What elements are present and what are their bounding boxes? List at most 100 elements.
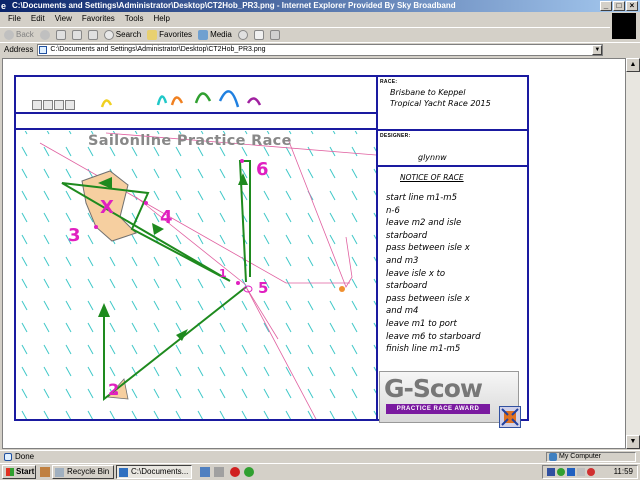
- stop-button[interactable]: [55, 29, 66, 40]
- volume-icon[interactable]: [577, 468, 585, 476]
- page-done-icon: [4, 453, 12, 461]
- favorites-icon: [147, 29, 158, 40]
- mark-5: 5: [258, 279, 268, 297]
- notice-line: finish line m1-m5: [386, 344, 461, 355]
- gscow-title: G-Scow: [384, 374, 483, 403]
- notice-text: start line m1-m5 n-6 leave m2 and isle s…: [386, 192, 481, 356]
- race-label: RACE:: [380, 79, 398, 85]
- email-image-icon[interactable]: [54, 100, 64, 110]
- address-value: C:\Documents and Settings\Administrator\…: [50, 45, 266, 53]
- quicklaunch-icon-3[interactable]: [230, 467, 240, 477]
- race-info-panel: RACE: Brisbane to Keppel Tropical Yacht …: [376, 77, 529, 419]
- notice-line: leave m1 to port: [386, 318, 457, 329]
- toolbar: Back Search Favorites Media: [0, 27, 610, 41]
- close-button[interactable]: ×: [626, 1, 638, 11]
- page-icon: [39, 45, 48, 54]
- scroll-up-button[interactable]: ▲: [626, 58, 640, 72]
- vertical-scrollbar[interactable]: ▲ ▼: [626, 58, 640, 449]
- mark-1: 1: [219, 267, 227, 280]
- race-card: 1 2 3 4 5 6 X Sailonline Practice Race R…: [14, 75, 529, 421]
- ie-logo-icon: e: [1, 1, 7, 11]
- notice-line: and m3: [386, 255, 419, 266]
- designer-section: DESIGNER: glynnw: [378, 131, 529, 167]
- tray-icon-2[interactable]: [557, 468, 565, 476]
- history-icon: [237, 29, 248, 40]
- desktop-quicklaunch-icon[interactable]: [40, 467, 50, 477]
- forward-arrow-icon: [39, 29, 50, 40]
- designer-name: glynnw: [418, 153, 447, 162]
- notice-line: starboard: [386, 281, 428, 292]
- ie-window: e C:\Documents and Settings\Administrato…: [0, 0, 640, 480]
- address-bar: Address C:\Documents and Settings\Admini…: [0, 42, 640, 56]
- page-content: 1 2 3 4 5 6 X Sailonline Practice Race R…: [2, 58, 626, 449]
- title-bar[interactable]: e C:\Documents and Settings\Administrato…: [0, 0, 640, 12]
- address-input[interactable]: C:\Documents and Settings\Administrator\…: [37, 43, 604, 56]
- taskbar: Start Recycle Bin C:\Documents... 11:59: [0, 463, 640, 480]
- notice-line: starboard: [386, 230, 428, 241]
- mark-m5-buoy: [339, 286, 345, 292]
- gscow-subtitle: PRACTICE RACE AWARD: [386, 404, 490, 414]
- notice-line: pass between isle x: [386, 293, 470, 304]
- wind-field: [16, 131, 376, 419]
- scroll-down-button[interactable]: ▼: [626, 435, 640, 449]
- open-folder-icon[interactable]: [65, 100, 75, 110]
- taskbar-ie-window[interactable]: C:\Documents...: [116, 465, 192, 479]
- tray-icon-5[interactable]: [587, 468, 595, 476]
- tray-icon-1[interactable]: [547, 468, 555, 476]
- menu-edit[interactable]: Edit: [31, 13, 45, 25]
- mark-4: 4: [160, 207, 173, 228]
- print-button[interactable]: [269, 29, 280, 40]
- designer-label: DESIGNER:: [380, 133, 411, 139]
- notice-line: start line m1-m5: [386, 193, 457, 203]
- save-image-icon[interactable]: [32, 100, 42, 110]
- back-button[interactable]: Back: [4, 28, 34, 42]
- refresh-icon: [71, 29, 82, 40]
- media-button[interactable]: Media: [198, 28, 232, 42]
- taskbar-recycle-bin[interactable]: Recycle Bin: [52, 465, 114, 479]
- start-button[interactable]: Start: [2, 465, 36, 479]
- home-button[interactable]: [87, 29, 98, 40]
- quicklaunch-icon-1[interactable]: [200, 467, 210, 477]
- notice-line: and m4: [386, 306, 419, 317]
- address-label: Address: [4, 45, 34, 54]
- status-text: Done: [15, 452, 35, 461]
- search-button[interactable]: Search: [103, 28, 141, 42]
- mail-button[interactable]: [253, 29, 264, 40]
- window-title: C:\Documents and Settings\Administrator\…: [12, 1, 456, 10]
- computer-icon: [549, 453, 557, 461]
- menu-bar: File Edit View Favorites Tools Help: [0, 13, 640, 25]
- print-icon: [269, 29, 280, 40]
- race-name: Brisbane to Keppel Tropical Yacht Race 2…: [390, 88, 491, 108]
- maximize-button[interactable]: □: [613, 1, 625, 11]
- quicklaunch-icon-2[interactable]: [214, 467, 224, 477]
- resize-image-icon[interactable]: [499, 406, 521, 428]
- menu-help[interactable]: Help: [153, 13, 169, 25]
- home-icon: [87, 29, 98, 40]
- print-image-icon[interactable]: [43, 100, 53, 110]
- ie-taskbar-icon: [119, 468, 128, 477]
- forward-button[interactable]: [39, 29, 50, 40]
- quicklaunch-icon-4[interactable]: [244, 467, 254, 477]
- mark-3: 3: [68, 225, 81, 246]
- menu-tools[interactable]: Tools: [125, 13, 144, 25]
- mark-2: 2: [108, 380, 119, 399]
- recycle-bin-icon: [55, 468, 64, 477]
- practice-race-banner: Sailonline Practice Race: [88, 133, 292, 149]
- menu-view[interactable]: View: [55, 13, 72, 25]
- menu-file[interactable]: File: [8, 13, 21, 25]
- media-icon: [198, 29, 209, 40]
- address-dropdown-button[interactable]: ▼: [592, 44, 603, 55]
- tray-icon-3[interactable]: [567, 468, 575, 476]
- menu-favorites[interactable]: Favorites: [82, 13, 115, 25]
- history-button[interactable]: [237, 29, 248, 40]
- gscow-award-logo: G-Scow PRACTICE RACE AWARD: [379, 371, 519, 423]
- course-map: 1 2 3 4 5 6 X: [16, 77, 376, 419]
- favorites-button[interactable]: Favorites: [147, 28, 192, 42]
- notice-line: n-6: [386, 205, 400, 216]
- minimize-button[interactable]: _: [600, 1, 612, 11]
- security-zone: My Computer: [546, 452, 636, 462]
- refresh-button[interactable]: [71, 29, 82, 40]
- clock: 11:59: [613, 467, 633, 476]
- image-toolbar: [32, 100, 75, 110]
- windows-logo-icon: [612, 13, 636, 39]
